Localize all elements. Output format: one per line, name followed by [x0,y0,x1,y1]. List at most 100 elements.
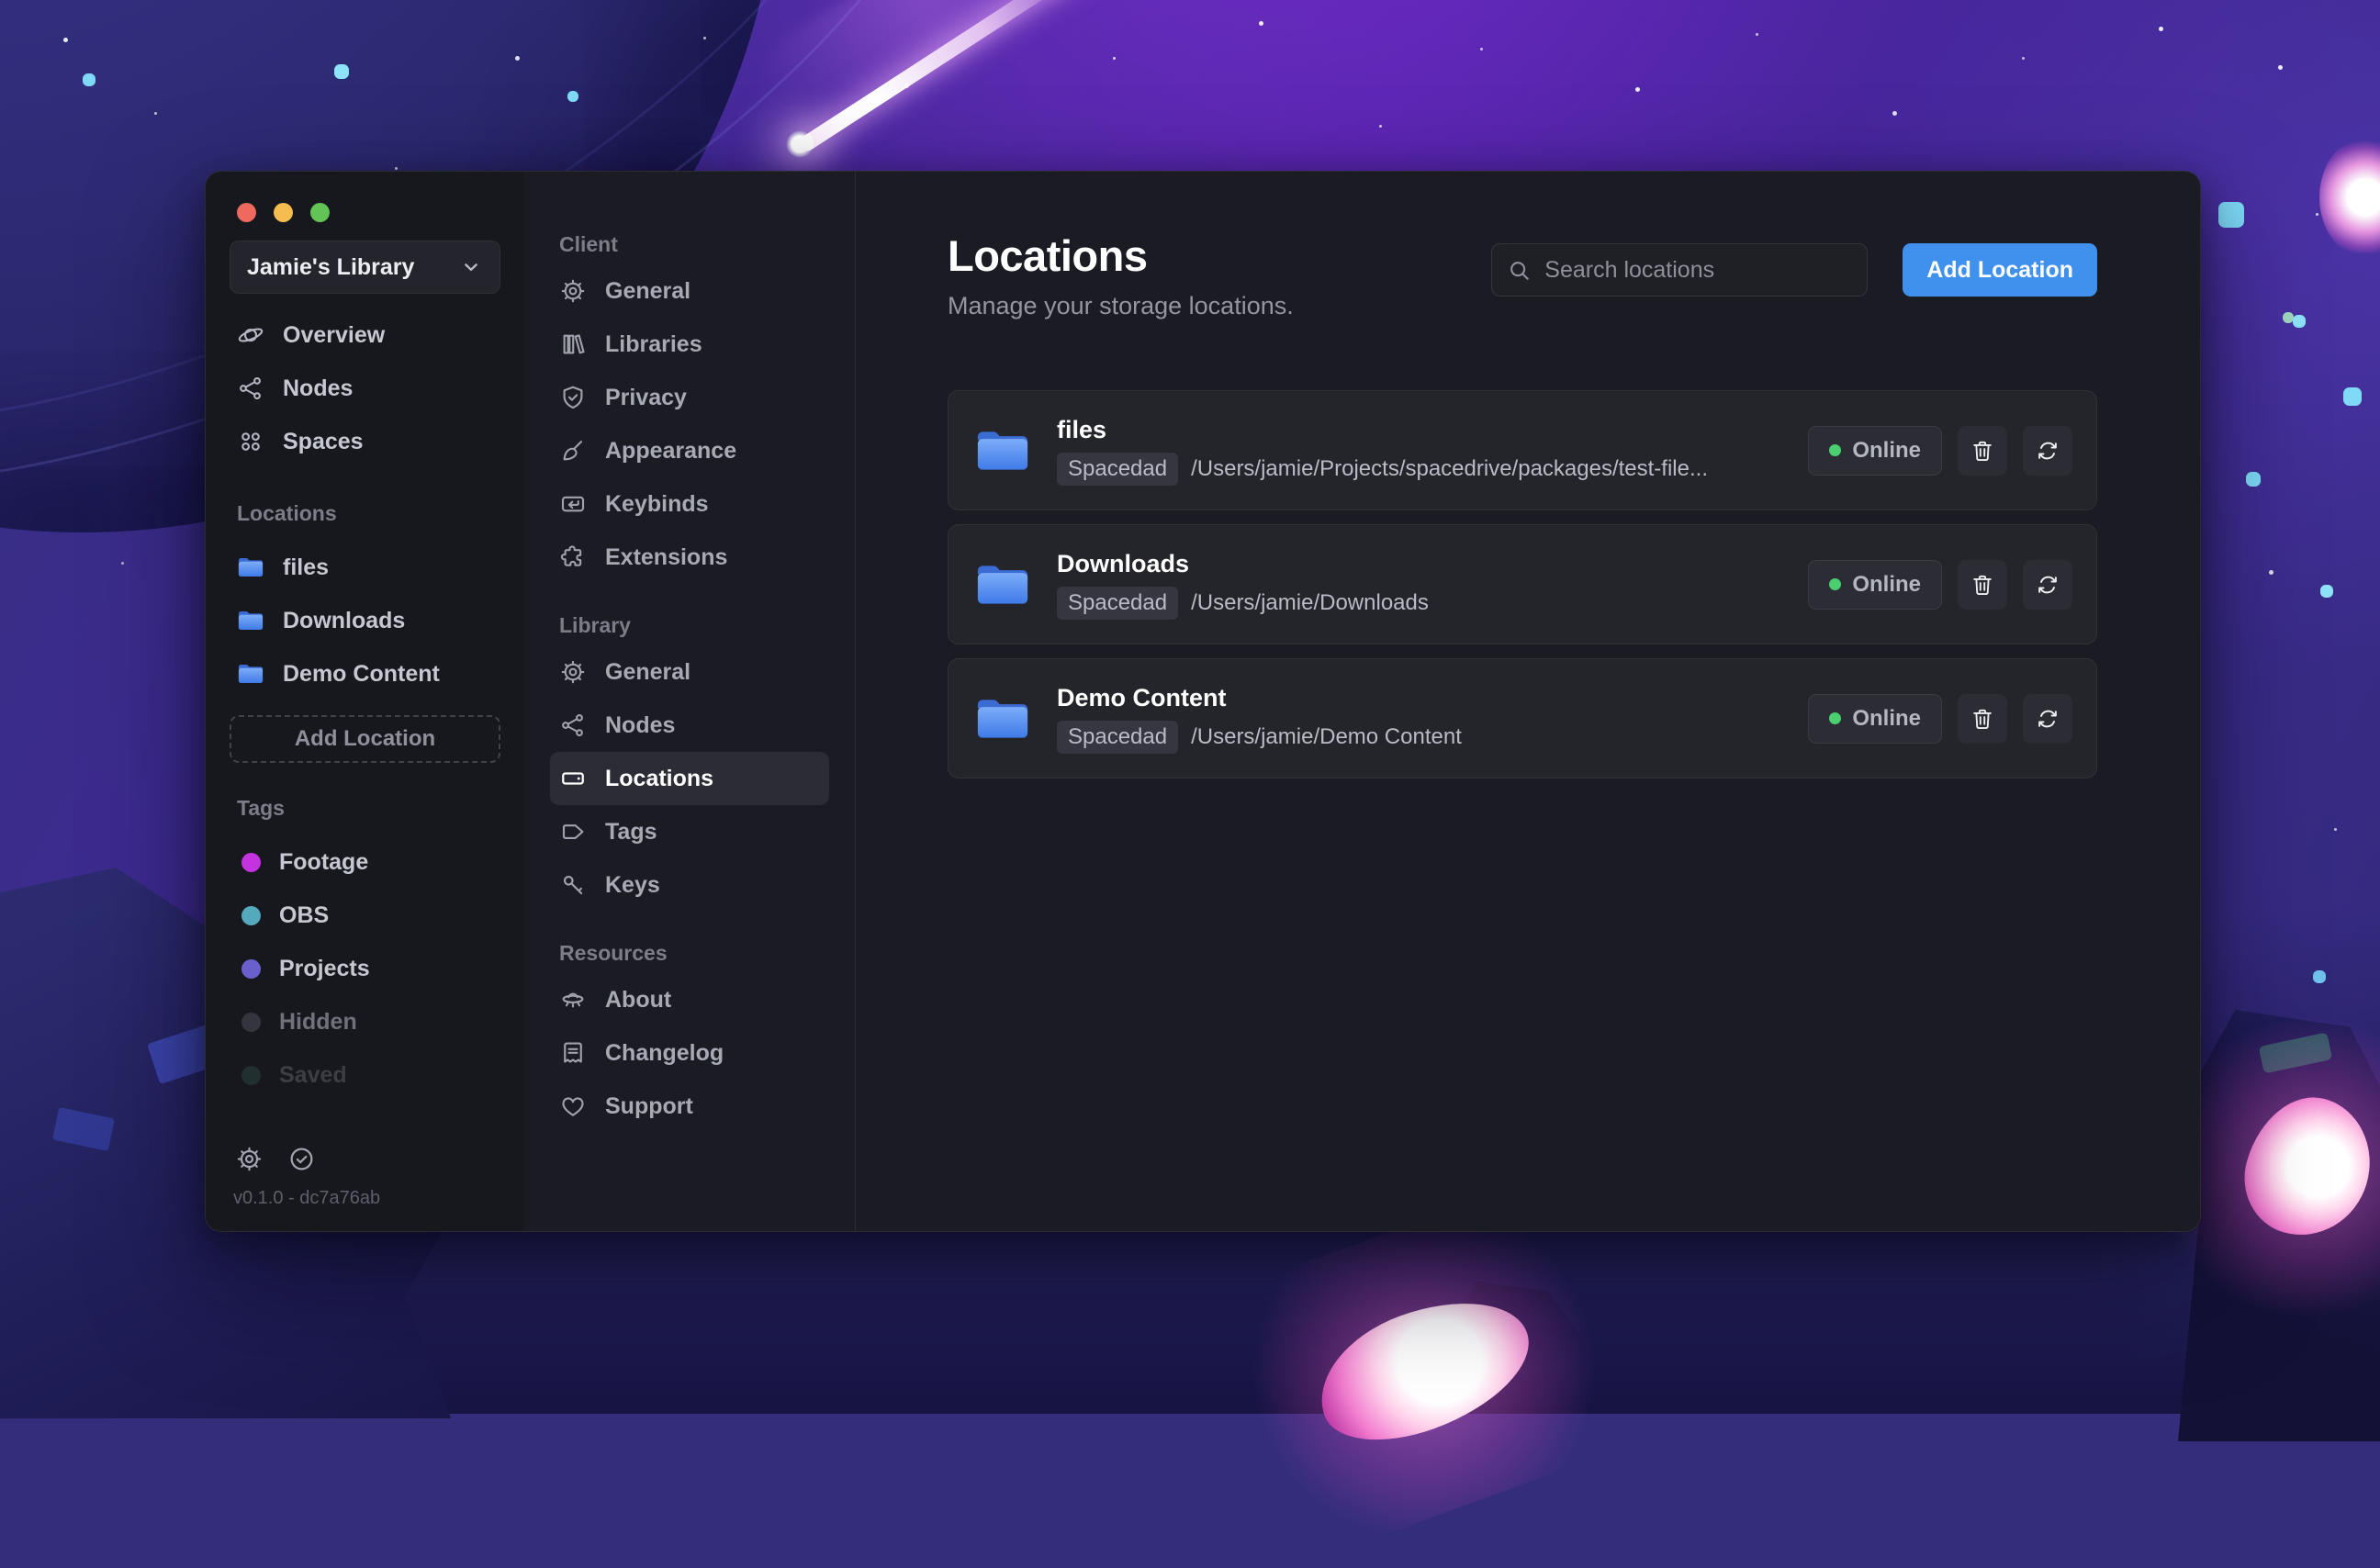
location-path: /Users/jamie/Demo Content [1191,723,1462,749]
location-label: files [283,554,330,580]
drive-icon [559,765,587,792]
sidebar-item-label: Nodes [283,375,354,401]
rescan-icon [2035,706,2060,732]
location-path: /Users/jamie/Downloads [1191,589,1429,615]
add-location-button[interactable]: Add Location [1903,243,2097,297]
rescan-location-button[interactable] [2023,425,2072,476]
tag-color-dot [241,852,261,872]
sidebar-item-overview[interactable]: Overview [230,308,500,362]
heart-icon [559,1092,587,1120]
sidebar: Jamie's Library Overview Nodes Spaces Lo… [206,172,524,1231]
tag-icon [559,818,587,846]
search-box [1491,243,1869,297]
tags-heading: Tags [237,796,285,820]
rescan-icon [2035,572,2060,598]
sidebar-item-spaces[interactable]: Spaces [230,415,500,468]
page-title: Locations [948,231,1148,280]
location-name: Downloads [1057,549,1190,577]
gear-icon [559,277,587,305]
tag-color-dot [241,905,261,925]
status-badge: Online [1808,425,1942,476]
tag-color-dot [241,958,261,979]
tag-label: OBS [279,902,330,928]
glow-crystal [2128,980,2380,1353]
sidebar-location-downloads[interactable]: Downloads [230,594,500,647]
locations-heading: Locations [237,501,337,525]
sidebar-location-demo-content[interactable]: Demo Content [230,647,500,700]
library-switcher[interactable]: Jamie's Library [230,241,500,294]
check-circle-icon[interactable] [287,1145,316,1173]
node-badge: Spacedad [1057,586,1179,620]
puzzle-piece-icon [559,543,587,571]
location-label: Demo Content [283,660,440,687]
settings-nav: Client General Libraries Privacy Appeara… [524,172,856,1231]
squares-four-icon [237,428,264,455]
settings-item-keybinds[interactable]: Keybinds [550,477,829,531]
trash-icon [1970,706,1995,732]
online-dot [1829,712,1842,724]
tag-hidden[interactable]: Hidden [230,995,500,1048]
delete-location-button[interactable] [1958,425,2007,476]
rescan-icon [2035,438,2060,464]
glow-crystal [1195,1170,1654,1568]
books-icon [559,330,587,358]
settings-item-about[interactable]: About [550,973,829,1026]
search-icon [1507,258,1532,283]
location-name: files [1057,415,1107,443]
sidebar-location-files[interactable]: files [230,541,500,594]
shield-check-icon [559,384,587,411]
settings-item-extensions[interactable]: Extensions [550,531,829,584]
tag-obs[interactable]: OBS [230,889,500,942]
settings-item-libraries[interactable]: Libraries [550,318,829,371]
settings-item-general[interactable]: General [550,264,829,318]
close-button[interactable] [237,203,256,222]
tag-label: Saved [279,1061,347,1088]
delete-location-button[interactable] [1958,559,2007,610]
settings-item-library-general[interactable]: General [550,645,829,699]
location-name: Demo Content [1057,683,1227,711]
location-card-files[interactable]: files Spacedad /Users/jamie/Projects/spa… [948,390,2097,510]
tag-projects[interactable]: Projects [230,942,500,995]
section-heading-library: Library [559,613,631,637]
rescan-location-button[interactable] [2023,559,2072,610]
folder-icon [974,695,1031,743]
folder-icon [237,660,264,688]
folder-icon [974,561,1031,609]
online-dot [1829,444,1842,456]
node-badge: Spacedad [1057,452,1179,486]
settings-item-locations-active[interactable]: Locations [550,752,829,805]
location-label: Downloads [283,607,406,633]
location-card-downloads[interactable]: Downloads Spacedad /Users/jamie/Download… [948,524,2097,644]
settings-item-keys[interactable]: Keys [550,858,829,912]
paint-brush-icon [559,437,587,465]
sidebar-add-location-button[interactable]: Add Location [230,715,500,763]
location-path: /Users/jamie/Projects/spacedrive/package… [1191,455,1708,481]
settings-item-privacy[interactable]: Privacy [550,371,829,424]
planet-icon [237,321,264,349]
rescan-location-button[interactable] [2023,693,2072,744]
sidebar-item-label: Overview [283,321,386,348]
library-name: Jamie's Library [247,253,415,280]
tag-saved[interactable]: Saved [230,1048,500,1102]
trash-icon [1970,438,1995,464]
settings-item-library-nodes[interactable]: Nodes [550,699,829,752]
minimize-button[interactable] [274,203,293,222]
key-icon [559,871,587,899]
section-heading-client: Client [559,232,618,256]
app-window: Jamie's Library Overview Nodes Spaces Lo… [205,171,2201,1232]
settings-item-support[interactable]: Support [550,1080,829,1133]
wallpaper-star-blobs [0,0,4,4]
settings-item-appearance[interactable]: Appearance [550,424,829,477]
tag-footage[interactable]: Footage [230,835,500,889]
sidebar-footer: v0.1.0 - dc7a76ab [230,1145,500,1231]
settings-item-changelog[interactable]: Changelog [550,1026,829,1080]
search-input[interactable] [1544,256,1853,284]
settings-item-tags[interactable]: Tags [550,805,829,858]
sidebar-item-nodes[interactable]: Nodes [230,362,500,415]
delete-location-button[interactable] [1958,693,2007,744]
trash-icon [1970,572,1995,598]
gear-icon[interactable] [235,1145,264,1173]
zoom-button[interactable] [310,203,330,222]
folder-icon [237,607,264,634]
location-card-demo-content[interactable]: Demo Content Spacedad /Users/jamie/Demo … [948,658,2097,778]
